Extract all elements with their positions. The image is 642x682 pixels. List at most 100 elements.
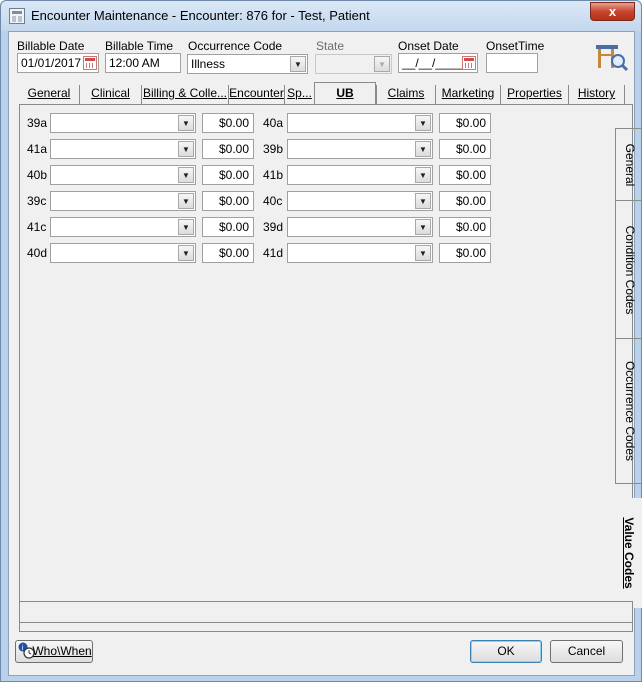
chevron-down-icon[interactable]: ▼ <box>415 193 431 209</box>
value-codes-side-tabs: General Condition Codes Occurrence Codes… <box>615 128 642 608</box>
side-tab-occurrence-codes-label: Occurrence Codes <box>622 360 637 462</box>
value-code-label: 39c <box>27 194 47 208</box>
app-icon <box>9 8 25 24</box>
tab-marketing[interactable]: Marketing <box>435 85 500 104</box>
value-code-select[interactable]: ▼ <box>50 113 196 133</box>
value-code-label: 39d <box>263 220 284 234</box>
value-amount-field[interactable]: $0.00 <box>439 243 491 263</box>
occurrence-code-select[interactable]: Illness ▼ <box>187 54 308 74</box>
billable-date-field[interactable]: 01/01/2017 <box>17 53 99 73</box>
value-amount-field[interactable]: $0.00 <box>439 165 491 185</box>
value-code-select[interactable]: ▼ <box>50 191 196 211</box>
value-code-select[interactable]: ▼ <box>50 217 196 237</box>
window-title: Encounter Maintenance - Encounter: 876 f… <box>31 8 370 23</box>
chevron-down-icon[interactable]: ▼ <box>415 167 431 183</box>
tab-sp[interactable]: Sp... <box>284 85 314 104</box>
chevron-down-icon[interactable]: ▼ <box>178 219 194 235</box>
value-code-select[interactable]: ▼ <box>50 139 196 159</box>
ok-button[interactable]: OK <box>470 640 542 663</box>
calendar-icon[interactable] <box>83 56 97 70</box>
side-tab-condition-codes-label: Condition Codes <box>622 225 637 314</box>
value-code-select[interactable]: ▼ <box>50 165 196 185</box>
value-amount-field[interactable]: $0.00 <box>202 139 254 159</box>
chevron-down-icon[interactable]: ▼ <box>178 141 194 157</box>
value-code-label: 40a <box>263 116 284 130</box>
side-tab-condition-codes[interactable]: Condition Codes <box>615 200 642 338</box>
onset-time-label: OnsetTime <box>486 39 545 53</box>
value-code-label: 41d <box>263 246 284 260</box>
tab-billing-collections[interactable]: Billing & Colle... <box>141 85 228 104</box>
value-code-label: 39a <box>27 116 48 130</box>
status-bar <box>19 601 633 623</box>
occurrence-code-value: Illness <box>191 57 226 71</box>
value-code-select[interactable]: ▼ <box>287 113 433 133</box>
value-amount-field[interactable]: $0.00 <box>439 217 491 237</box>
value-code-label: 40b <box>27 168 48 182</box>
chevron-down-icon[interactable]: ▼ <box>290 56 306 72</box>
title-bar[interactable]: Encounter Maintenance - Encounter: 876 f… <box>1 1 641 31</box>
side-tab-value-codes[interactable]: Value Codes <box>615 498 642 608</box>
billable-time-field[interactable]: 12:00 AM <box>105 53 181 73</box>
value-amount-field[interactable]: $0.00 <box>439 139 491 159</box>
value-amount-field[interactable]: $0.00 <box>202 191 254 211</box>
chevron-down-icon[interactable]: ▼ <box>178 115 194 131</box>
value-amount-field[interactable]: $0.00 <box>202 113 254 133</box>
side-tab-general[interactable]: General <box>615 128 642 200</box>
occurrence-code-label: Occurrence Code <box>188 39 283 53</box>
value-code-select[interactable]: ▼ <box>287 243 433 263</box>
tab-ub[interactable]: UB <box>314 82 376 104</box>
tab-encounter[interactable]: Encounter <box>228 85 284 104</box>
value-code-select[interactable]: ▼ <box>50 243 196 263</box>
side-tab-value-codes-label: Value Codes <box>622 517 636 589</box>
dialog-body: Billable Date 01/01/2017 Billable Time 1… <box>8 31 642 676</box>
side-tab-general-label: General <box>622 143 637 186</box>
onset-time-field[interactable] <box>486 53 538 73</box>
value-amount-field[interactable]: $0.00 <box>202 243 254 263</box>
chevron-down-icon[interactable]: ▼ <box>415 219 431 235</box>
svg-text:i: i <box>21 644 23 652</box>
value-code-select[interactable]: ▼ <box>287 165 433 185</box>
onset-date-label: Onset Date <box>398 39 459 53</box>
billable-time-label: Billable Time <box>105 39 174 53</box>
chevron-down-icon[interactable]: ▼ <box>415 141 431 157</box>
tab-claims[interactable]: Claims <box>376 85 435 104</box>
value-amount-field[interactable]: $0.00 <box>439 113 491 133</box>
side-tab-occurrence-codes[interactable]: Occurrence Codes <box>615 338 642 484</box>
chevron-down-icon[interactable]: ▼ <box>415 245 431 261</box>
value-code-label: 41c <box>27 220 47 234</box>
value-code-select[interactable]: ▼ <box>287 217 433 237</box>
cancel-button[interactable]: Cancel <box>550 640 623 663</box>
search-record-icon[interactable] <box>594 40 630 72</box>
close-button[interactable]: x <box>590 2 635 21</box>
tab-strip: General Clinical Billing & Colle... Enco… <box>19 82 633 104</box>
value-code-label: 41b <box>263 168 284 182</box>
tab-general[interactable]: General <box>19 85 79 104</box>
billable-time-value: 12:00 AM <box>109 56 160 70</box>
chevron-down-icon: ▼ <box>374 56 390 72</box>
ub-panel: 39a ▼ $0.00 41a ▼ $0.00 40b ▼ $0.00 39c ▼ $0.00 41c ▼… <box>19 104 642 632</box>
who-when-label: Who\When <box>32 644 92 658</box>
value-amount-field[interactable]: $0.00 <box>202 165 254 185</box>
who-when-button[interactable]: i Who\When <box>15 640 93 663</box>
chevron-down-icon[interactable]: ▼ <box>178 193 194 209</box>
chevron-down-icon[interactable]: ▼ <box>415 115 431 131</box>
tab-clinical[interactable]: Clinical <box>79 85 141 104</box>
state-label: State <box>316 39 345 53</box>
billable-date-label: Billable Date <box>17 39 85 53</box>
chevron-down-icon[interactable]: ▼ <box>178 167 194 183</box>
chevron-down-icon[interactable]: ▼ <box>178 245 194 261</box>
encounter-maintenance-window: Encounter Maintenance - Encounter: 876 f… <box>0 0 642 682</box>
value-code-select[interactable]: ▼ <box>287 191 433 211</box>
value-code-label: 41a <box>27 142 48 156</box>
value-code-label: 40c <box>263 194 283 208</box>
value-code-label: 40d <box>27 246 48 260</box>
calendar-icon[interactable] <box>462 56 476 70</box>
tab-properties[interactable]: Properties <box>500 85 568 104</box>
onset-date-field[interactable]: __/__/____ <box>398 53 478 73</box>
tab-history[interactable]: History <box>568 85 625 104</box>
info-clock-icon: i <box>18 642 35 659</box>
value-amount-field[interactable]: $0.00 <box>202 217 254 237</box>
value-amount-field[interactable]: $0.00 <box>439 191 491 211</box>
onset-date-value: __/__/____ <box>402 56 463 70</box>
value-code-select[interactable]: ▼ <box>287 139 433 159</box>
